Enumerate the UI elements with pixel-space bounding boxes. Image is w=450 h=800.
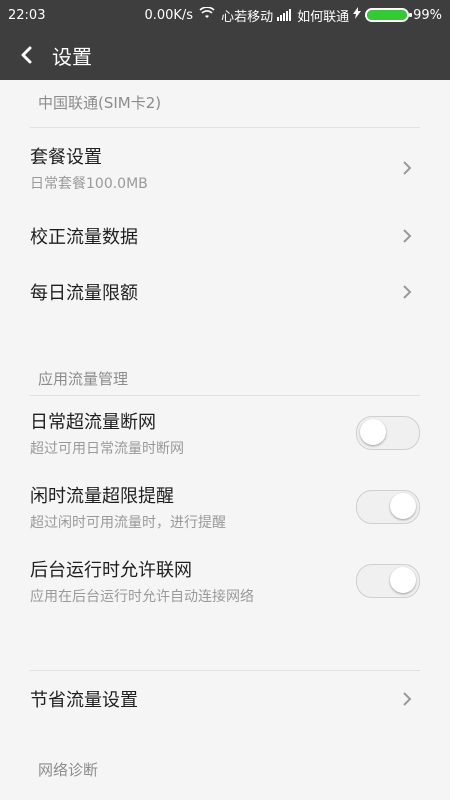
idle-overuse-alert-texts: 闲时流量超限提醒 超过闲时可用流量时，进行提醒 [30,482,356,532]
status-time: 22:03 [8,7,46,23]
signal-bars-icon [277,9,292,21]
background-network-texts: 后台运行时允许联网 应用在后台运行时允许自动连接网络 [30,556,356,606]
chevron-right-icon [398,690,416,708]
status-right: 0.00K/s 心若移动 如何联通 99% [144,6,442,25]
daily-limit-texts: 每日流量限额 [30,279,398,305]
package-settings-row[interactable]: 套餐设置 日常套餐100.0MB [0,128,450,208]
settings-content: 中国联通(SIM卡2) 套餐设置 日常套餐100.0MB 校正流量数据 每日流量… [0,80,450,800]
wifi-icon [199,6,215,23]
battery-fill [367,10,407,20]
chevron-right-icon [398,283,416,301]
chevron-right-icon [398,159,416,177]
toggle-knob [360,419,386,445]
section-title-sim: 中国联通(SIM卡2) [30,80,420,128]
daily-overuse-disconnect-subtitle: 超过可用日常流量时断网 [30,441,184,457]
net-speed: 0.00K/s [144,7,194,23]
idle-overuse-alert-row[interactable]: 闲时流量超限提醒 超过闲时可用流量时，进行提醒 [0,470,450,544]
section-title-network-diagnosis: 网络诊断 [38,761,99,779]
carrier-1: 心若移动 [221,6,292,25]
calibrate-traffic-row[interactable]: 校正流量数据 [0,208,450,264]
package-settings-title: 套餐设置 [30,147,102,168]
save-traffic-settings-texts: 节省流量设置 [30,686,398,712]
charging-icon [353,7,362,23]
page-title: 设置 [52,44,92,69]
daily-limit-title: 每日流量限额 [30,283,138,304]
daily-overuse-disconnect-texts: 日常超流量断网 超过可用日常流量时断网 [30,408,356,458]
idle-overuse-alert-title: 闲时流量超限提醒 [30,486,174,507]
toggle-knob [390,493,416,519]
calibrate-traffic-title: 校正流量数据 [30,227,138,248]
idle-overuse-alert-toggle[interactable] [356,490,420,524]
app-bar: 设置 [0,30,450,80]
battery-icon [365,8,413,22]
package-settings-subtitle: 日常套餐100.0MB [30,176,148,192]
chevron-left-icon [21,46,32,64]
carrier-2: 如何联通 99% [297,6,442,25]
section-title-app-traffic: 应用流量管理 [30,358,420,396]
save-traffic-settings-row[interactable]: 节省流量设置 [0,671,450,727]
daily-limit-row[interactable]: 每日流量限额 [0,264,450,320]
calibrate-traffic-texts: 校正流量数据 [30,223,398,249]
chevron-right-icon [398,227,416,245]
idle-overuse-alert-subtitle: 超过闲时可用流量时，进行提醒 [30,515,226,531]
status-left: 22:03 [8,8,45,23]
background-network-row[interactable]: 后台运行时允许联网 应用在后台运行时允许自动连接网络 [0,544,450,618]
daily-overuse-disconnect-toggle[interactable] [356,416,420,450]
carrier-2-name: 如何联通 [297,9,350,25]
background-network-toggle[interactable] [356,564,420,598]
background-network-subtitle: 应用在后台运行时允许自动连接网络 [30,589,254,605]
package-settings-texts: 套餐设置 日常套餐100.0MB [30,143,398,193]
save-traffic-settings-title: 节省流量设置 [30,690,138,711]
battery-percent: 99% [413,7,442,23]
toggle-knob [390,567,416,593]
background-network-title: 后台运行时允许联网 [30,560,192,581]
status-bar: 22:03 0.00K/s 心若移动 如何联通 99% [0,0,450,30]
daily-overuse-disconnect-title: 日常超流量断网 [30,412,156,433]
daily-overuse-disconnect-row[interactable]: 日常超流量断网 超过可用日常流量时断网 [0,396,450,470]
back-button[interactable] [10,38,44,72]
carrier-1-name: 心若移动 [221,9,274,25]
